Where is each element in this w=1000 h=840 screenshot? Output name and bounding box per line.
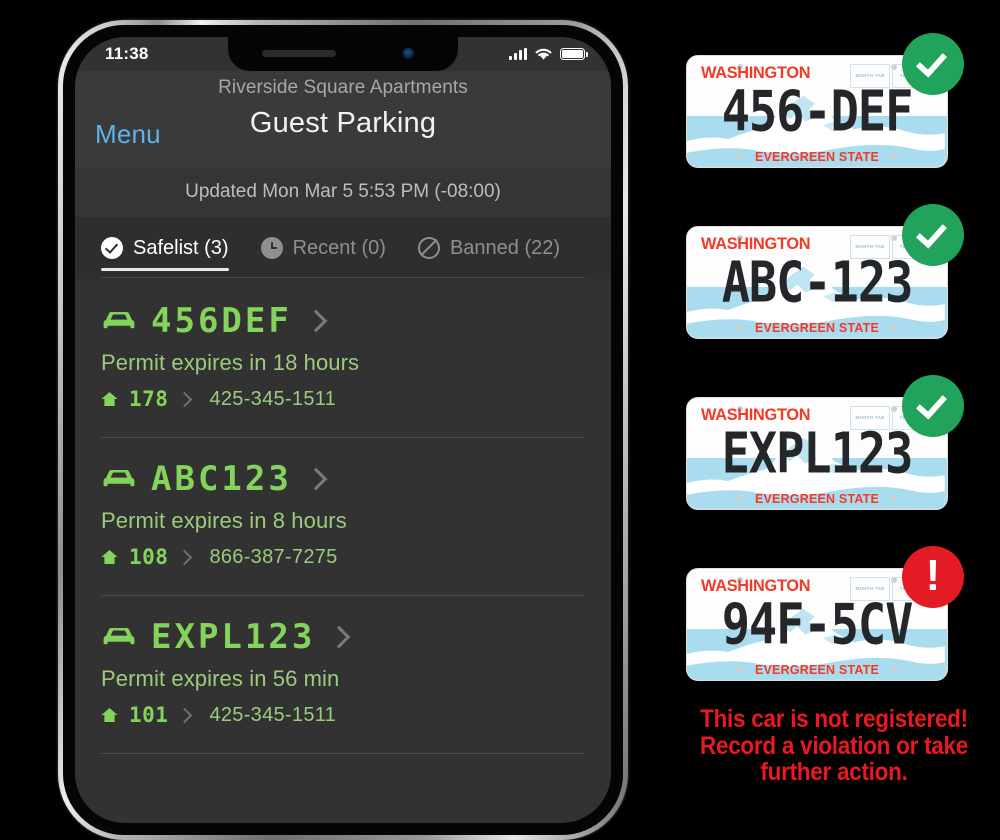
safelist-list: 456DEF Permit expires in 18 hours 178 42… <box>75 280 611 823</box>
status-time: 11:38 <box>105 44 149 63</box>
updated-timestamp: Updated Mon Mar 5 5:53 PM (-08:00) <box>75 167 611 217</box>
tab-bar: Safelist (3) Recent (0) Banned (22) <box>75 217 611 279</box>
plate-slogan: EVERGREEN STATE <box>754 492 880 506</box>
license-plate-card: WASHINGTON MONTH TAB YEAR TAB ABC-123 EV… <box>686 204 964 339</box>
plate-number: EXPL123 <box>151 617 316 657</box>
wifi-icon <box>535 48 552 60</box>
permit-expiry: Permit expires in 8 hours <box>101 508 347 533</box>
plate-number: 456DEF <box>151 301 292 341</box>
entry-meta[interactable]: 178 425-345-1511 <box>101 387 585 411</box>
status-icons <box>509 47 588 61</box>
phone-screen: 11:38 Riverside Square Apartments Guest … <box>75 37 611 823</box>
chevron-right-icon <box>327 625 351 649</box>
check-circle-icon <box>902 375 964 437</box>
chevron-right-icon <box>177 391 193 407</box>
plate-slogan: EVERGREEN STATE <box>754 663 880 677</box>
license-plate-column: WASHINGTON MONTH TAB YEAR TAB 456-DEF EV… <box>668 0 1000 802</box>
phone-notch <box>228 37 458 71</box>
license-plate-card: WASHINGTON MONTH TAB YEAR TAB 456-DEF EV… <box>686 33 964 168</box>
list-item[interactable]: EXPL123 Permit expires in 56 min 101 425… <box>75 596 611 727</box>
contact-phone[interactable]: 866-387-7275 <box>209 546 337 569</box>
car-icon <box>103 312 135 329</box>
plate-slogan: EVERGREEN STATE <box>754 321 880 335</box>
clock-icon <box>260 237 283 259</box>
battery-full-icon <box>560 48 588 60</box>
home-icon <box>101 708 118 722</box>
list-divider <box>101 753 585 754</box>
entry-meta[interactable]: 101 425-345-1511 <box>101 703 585 727</box>
tab-banned-label: Banned (22) <box>449 236 561 259</box>
ban-icon <box>417 237 440 259</box>
chevron-right-icon <box>304 309 328 333</box>
unit-number: 178 <box>129 387 169 411</box>
permit-expiry: Permit expires in 56 min <box>101 666 340 691</box>
plate-row[interactable]: ABC123 <box>101 462 585 496</box>
entry-meta[interactable]: 108 866-387-7275 <box>101 545 585 569</box>
earpiece-speaker-icon <box>262 50 336 57</box>
license-plate-card: WASHINGTON MONTH TAB YEAR TAB 94F-5CV EV… <box>686 546 964 681</box>
unit-number: 101 <box>129 703 169 727</box>
permit-expiry: Permit expires in 18 hours <box>101 350 360 375</box>
alert-circle-icon: ! <box>902 546 964 608</box>
plate-row[interactable]: 456DEF <box>101 304 585 338</box>
chevron-right-icon <box>177 707 193 723</box>
check-circle-icon <box>902 204 964 266</box>
exclamation-glyph: ! <box>925 550 941 600</box>
tab-recent[interactable]: Recent (0) <box>260 217 386 279</box>
tab-baseline <box>101 277 585 278</box>
phone-mockup: 11:38 Riverside Square Apartments Guest … <box>30 12 630 840</box>
front-camera-icon <box>403 48 414 59</box>
plate-slogan: EVERGREEN STATE <box>754 150 880 164</box>
plate-number: ABC123 <box>151 459 292 499</box>
list-item[interactable]: 456DEF Permit expires in 18 hours 178 42… <box>75 280 611 411</box>
tab-banned[interactable]: Banned (22) <box>417 217 561 279</box>
property-name: Riverside Square Apartments <box>218 77 468 98</box>
tab-safelist[interactable]: Safelist (3) <box>101 217 229 279</box>
warning-line-2: Record a violation or take <box>699 731 969 760</box>
screenshot-stage: 11:38 Riverside Square Apartments Guest … <box>0 0 1000 840</box>
list-item[interactable]: ABC123 Permit expires in 8 hours 108 866… <box>75 438 611 569</box>
check-circle-icon <box>902 33 964 95</box>
home-icon <box>101 392 118 406</box>
car-icon <box>103 628 135 645</box>
contact-phone[interactable]: 425-345-1511 <box>209 704 336 727</box>
cellular-bars-icon <box>509 48 527 60</box>
home-icon <box>101 550 118 564</box>
tab-safelist-label: Safelist (3) <box>133 236 229 259</box>
phone-frame: 11:38 Riverside Square Apartments Guest … <box>58 20 628 840</box>
check-circle-icon <box>101 237 123 259</box>
chevron-right-icon <box>177 549 193 565</box>
license-plate-card: WASHINGTON MONTH TAB YEAR TAB EXPL123 EV… <box>686 375 964 510</box>
plate-row[interactable]: EXPL123 <box>101 620 585 654</box>
chevron-right-icon <box>304 467 328 491</box>
phone-bezel: 11:38 Riverside Square Apartments Guest … <box>63 25 623 835</box>
menu-button[interactable]: Menu <box>95 119 161 150</box>
unit-number: 108 <box>129 545 169 569</box>
contact-phone[interactable]: 425-345-1511 <box>209 388 336 411</box>
car-icon <box>103 470 135 487</box>
tab-recent-label: Recent (0) <box>292 236 386 259</box>
warning-line-3: further action. <box>760 758 908 786</box>
warning-line-1: This car is not registered! <box>700 705 968 733</box>
tab-active-underline <box>101 268 229 271</box>
violation-warning: This car is not registered! Record a vio… <box>685 706 984 786</box>
nav-header: Riverside Square Apartments Guest Parkin… <box>75 71 611 167</box>
